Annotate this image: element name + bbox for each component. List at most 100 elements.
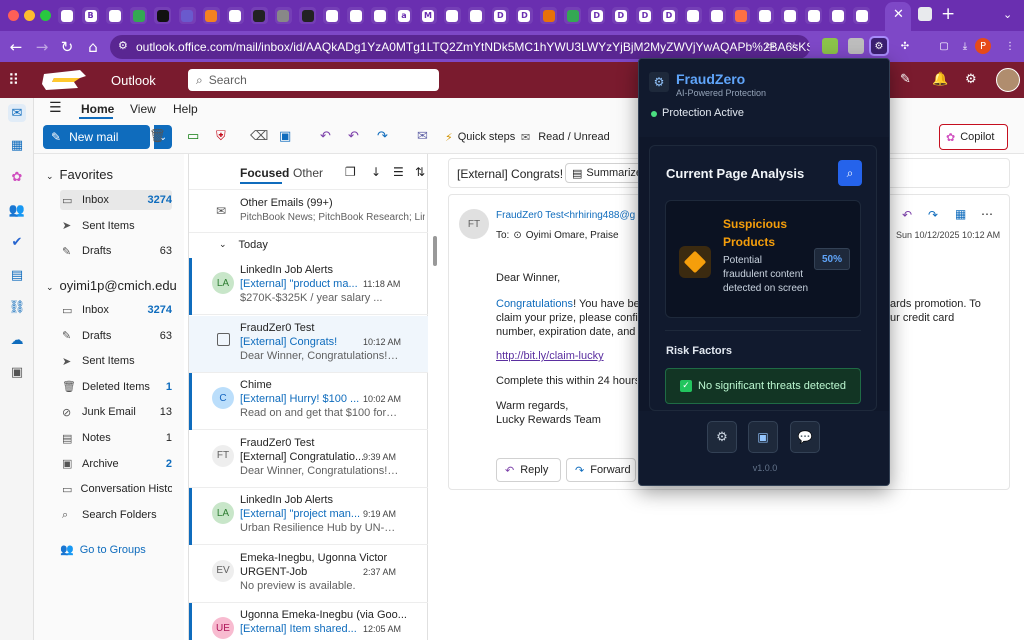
jump-icon[interactable]: ↓ xyxy=(371,165,381,179)
reply-icon[interactable]: ↶ xyxy=(320,129,331,144)
browser-tab[interactable] xyxy=(130,7,148,24)
browser-tab[interactable] xyxy=(708,7,726,24)
window-close-button[interactable] xyxy=(8,10,19,21)
browser-tab[interactable] xyxy=(756,7,774,24)
account-header[interactable]: ⌄ oyimi1p@cmich.edu xyxy=(46,278,177,293)
select-checkbox[interactable] xyxy=(217,332,230,346)
org-chart-icon[interactable]: ⛓ xyxy=(8,298,26,316)
tab-home[interactable]: Home xyxy=(81,102,114,116)
new-mail-button[interactable]: ✎ New mail xyxy=(43,125,150,149)
move-to-icon[interactable]: ▣ xyxy=(279,129,291,144)
browser-tab[interactable] xyxy=(178,7,196,24)
browser-tab[interactable] xyxy=(299,7,316,24)
quick-steps-button[interactable]: ⚡ Quick steps xyxy=(445,127,515,147)
browser-tab[interactable]: M xyxy=(419,7,437,24)
settings-gear-icon[interactable]: ⚙ xyxy=(965,72,977,87)
browser-tab[interactable] xyxy=(732,7,750,24)
browser-tab[interactable] xyxy=(202,7,220,24)
tab-other[interactable]: Other xyxy=(293,166,323,180)
profile-avatar[interactable]: P xyxy=(975,38,991,54)
browser-tab[interactable] xyxy=(684,7,702,24)
reload-button[interactable]: ↻ xyxy=(57,37,77,57)
tab-focused[interactable]: Focused xyxy=(240,166,289,180)
forward-icon[interactable]: ↷ xyxy=(377,129,388,144)
summarize-button[interactable]: ▤ Summarize xyxy=(565,163,650,183)
folder-item[interactable]: ✎ Drafts 63 xyxy=(60,326,172,346)
browser-tab[interactable]: D xyxy=(636,7,654,24)
select-icon[interactable]: ❐ xyxy=(345,165,356,179)
recipient-name[interactable]: Oyimi Omare, Praise xyxy=(526,230,619,241)
browser-tab[interactable]: D xyxy=(612,7,630,24)
sender-avatar[interactable]: FT xyxy=(459,209,489,239)
todo-icon[interactable]: ✔ xyxy=(8,233,26,251)
browser-tab[interactable] xyxy=(58,7,75,24)
downloads-icon[interactable]: ⤓ xyxy=(957,38,973,54)
more-apps-icon[interactable]: ▣ xyxy=(8,363,26,381)
favorite-item[interactable]: ➤ Sent Items xyxy=(60,216,172,236)
read-unread-button[interactable]: ✉ Read / Unread xyxy=(521,127,610,147)
forward-button[interactable]: ↷ Forward xyxy=(566,458,636,482)
report-icon[interactable]: ⛨ xyxy=(216,129,226,144)
go-to-groups-link[interactable]: 👥 Go to Groups xyxy=(60,543,146,556)
browser-tab[interactable] xyxy=(829,7,847,24)
browser-tab[interactable] xyxy=(805,7,823,24)
browser-tab[interactable] xyxy=(540,7,557,24)
tab-help[interactable]: Help xyxy=(173,102,198,116)
account-avatar[interactable] xyxy=(996,68,1020,92)
reply-all-icon[interactable]: ↶ xyxy=(348,129,359,144)
congrats-link[interactable]: Congratulations xyxy=(496,298,573,310)
favorite-item[interactable]: ▭ Inbox 3274 xyxy=(60,190,172,210)
people-icon[interactable]: 👥 xyxy=(8,201,26,219)
hamburger-menu-icon[interactable]: ☰ xyxy=(49,100,62,116)
reply-button[interactable]: ↶ Reply xyxy=(496,458,561,482)
reading-list-icon[interactable]: ▢ xyxy=(936,38,952,54)
browser-menu-icon[interactable]: ⋮ xyxy=(1002,38,1018,54)
list-scrollbar[interactable] xyxy=(433,236,437,266)
url-bar[interactable]: ⚙ outlook.office.com/mail/inbox/id/AAQkA… xyxy=(110,35,810,59)
browser-tab[interactable] xyxy=(564,7,582,24)
feedback-icon[interactable]: ✎ xyxy=(900,72,911,87)
more-actions-icon[interactable]: ⋯ xyxy=(981,207,993,221)
message-row[interactable]: UE Ugonna Emeka-Inegbu (via Goo... [Extern… xyxy=(189,603,428,640)
folder-item[interactable]: ▭ Conversation Histo... xyxy=(60,479,172,499)
browser-tab[interactable]: B xyxy=(82,7,100,24)
browser-tab[interactable]: D xyxy=(660,7,678,24)
sweep-icon[interactable]: ⌫ xyxy=(250,129,268,144)
scan-search-button[interactable]: ⌕ xyxy=(838,160,862,186)
home-button[interactable]: ⌂ xyxy=(83,37,103,57)
files-icon[interactable]: ▤ xyxy=(8,266,26,284)
message-row[interactable]: C Chime [External] Hurry! $100 ... 10:02 AM… xyxy=(189,373,428,430)
copilot-icon[interactable]: ✿ xyxy=(8,168,26,186)
filter-icon[interactable]: ☰ xyxy=(393,165,404,179)
favorite-item[interactable]: ✎ Drafts 63 xyxy=(60,241,172,261)
folder-item[interactable]: ▣ Archive 2 xyxy=(60,454,172,474)
site-info-icon[interactable]: ⚙ xyxy=(118,39,128,52)
other-emails-item[interactable]: ✉ Other Emails (99+) PitchBook News; Pit… xyxy=(189,189,428,233)
chat-bubble-icon[interactable]: 💬 xyxy=(790,421,820,453)
message-row[interactable]: EV Emeka-Inegbu, Ugonna Victor URGENT-Job 2… xyxy=(189,546,428,603)
bookmark-star-icon[interactable]: ☆ xyxy=(786,38,802,54)
folder-item[interactable]: ▭ Inbox 3274 xyxy=(60,300,172,320)
folder-item[interactable]: ⊘ Junk Email 13 xyxy=(60,402,172,422)
browser-tab[interactable] xyxy=(274,7,292,24)
archive-icon[interactable]: ▭ xyxy=(187,129,199,144)
browser-tab[interactable] xyxy=(781,7,798,24)
browser-tab[interactable] xyxy=(250,7,268,24)
tab-view[interactable]: View xyxy=(130,102,156,116)
new-tab-button[interactable]: + xyxy=(941,4,955,24)
browser-tab[interactable] xyxy=(347,7,365,24)
notifications-bell-icon[interactable]: 🔔 xyxy=(932,72,948,87)
forward-icon[interactable]: ↷ xyxy=(928,208,938,222)
message-row[interactable]: FT FraudZer0 Test [External] Congratulatio… xyxy=(189,431,428,488)
browser-tab[interactable]: D xyxy=(588,7,606,24)
tab-favicon[interactable] xyxy=(918,7,932,21)
folder-item[interactable]: ▤ Notes 1 xyxy=(60,428,172,448)
browser-tab[interactable] xyxy=(323,7,341,24)
browser-tab[interactable] xyxy=(467,7,485,24)
cast-icon[interactable]: ▭ xyxy=(762,38,778,54)
browser-tab[interactable] xyxy=(853,7,871,24)
message-row[interactable]: LA LinkedIn Job Alerts [External] "product… xyxy=(189,258,428,315)
window-minimize-button[interactable] xyxy=(24,10,35,21)
extensions-puzzle-icon[interactable]: ✣ xyxy=(897,38,913,54)
fraudzero-extension-icon[interactable]: ⚙ xyxy=(869,36,889,56)
